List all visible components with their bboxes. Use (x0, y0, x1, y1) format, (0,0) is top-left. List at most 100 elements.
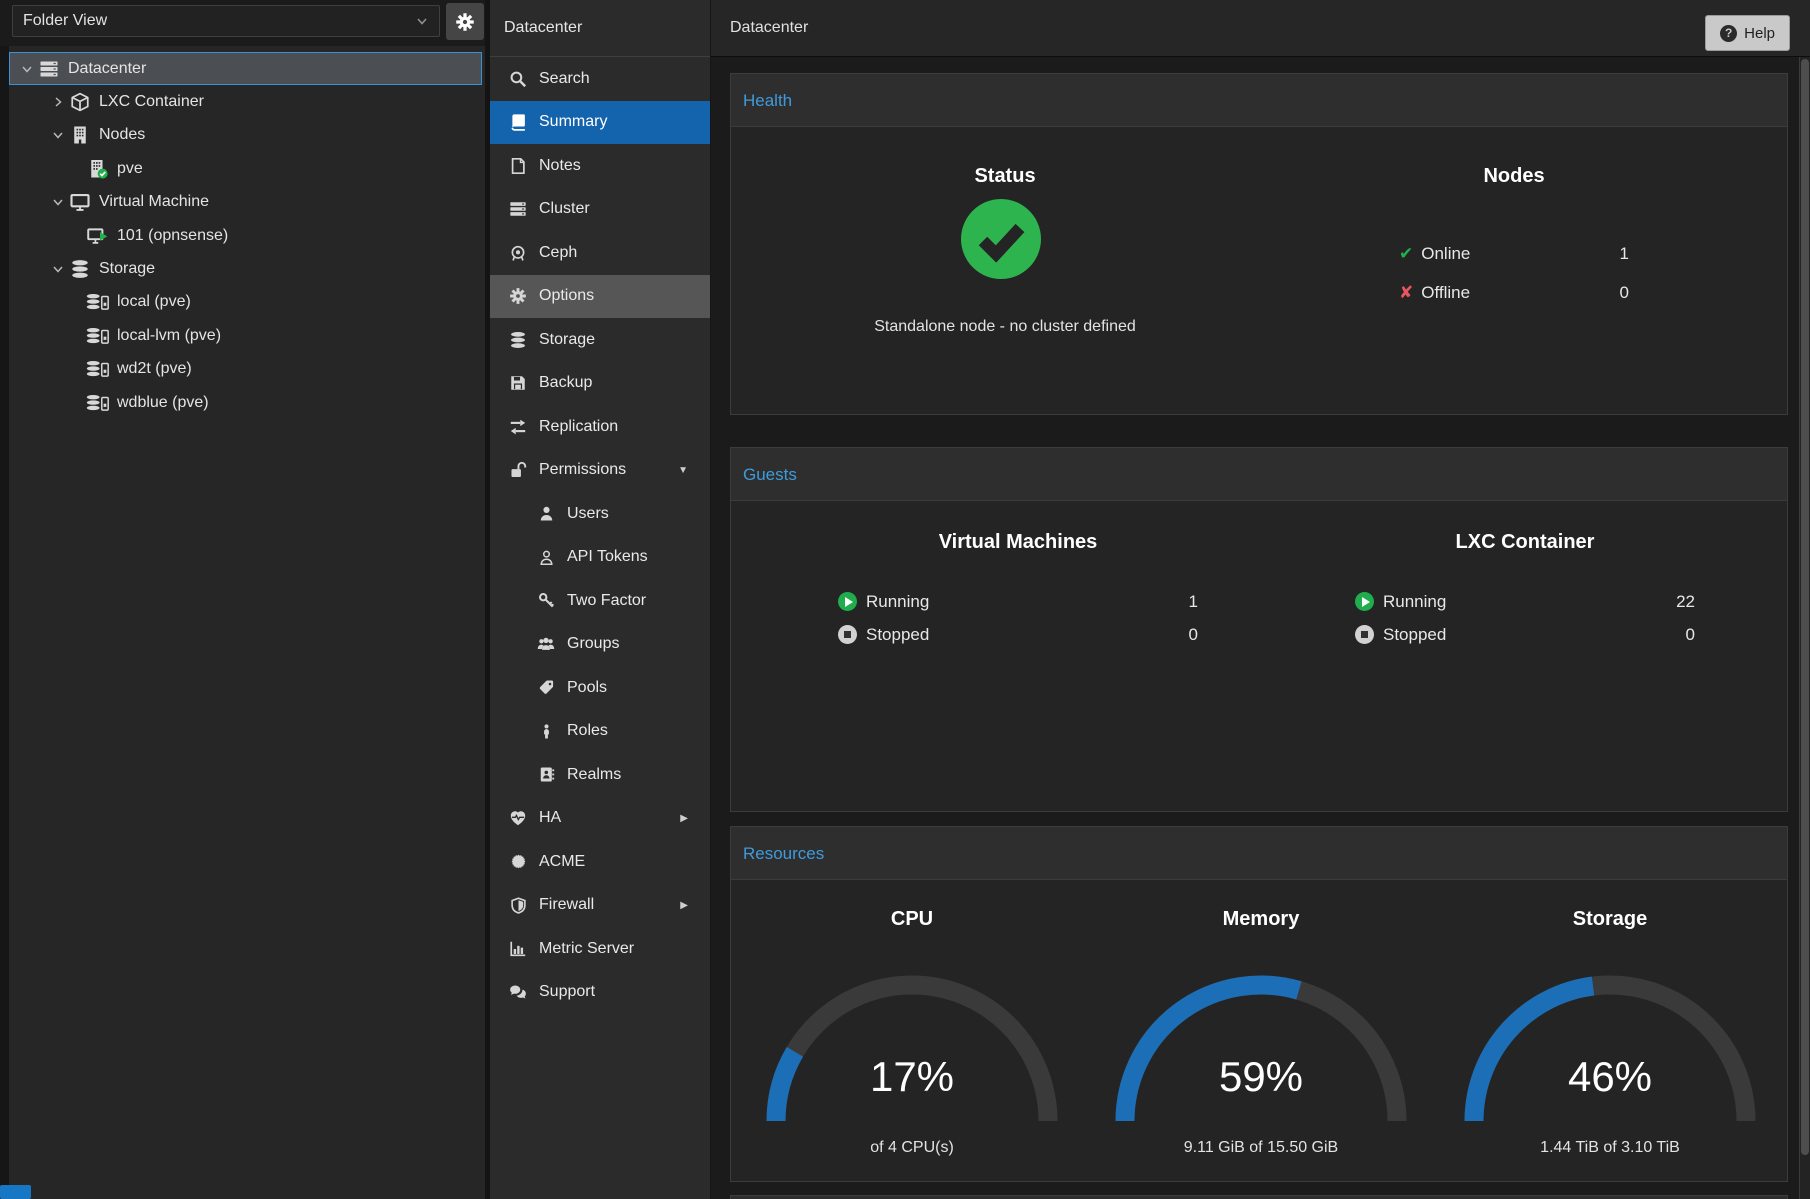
person-icon (534, 724, 558, 739)
tree-item-pve[interactable]: pve (9, 152, 482, 185)
user-outline-icon (534, 549, 558, 566)
nav-item-backup[interactable]: Backup (490, 362, 710, 406)
nodes-section-title: Nodes (1279, 165, 1749, 188)
help-button-label: Help (1744, 25, 1775, 42)
play-circle-icon (1355, 592, 1374, 611)
resources-panel: Resources CPU 17% of 4 CPU(s) Memory 59%… (730, 826, 1788, 1182)
tree-item-label: local-lvm (pve) (117, 327, 221, 345)
tag-icon (534, 679, 558, 696)
chevron-down-icon (415, 14, 429, 28)
question-circle-icon: ? (1720, 25, 1737, 42)
nav-item-support[interactable]: Support (490, 971, 710, 1015)
nav-item-api-tokens[interactable]: API Tokens (490, 536, 710, 580)
tree-settings-button[interactable] (446, 3, 484, 40)
nav-item-pools[interactable]: Pools (490, 666, 710, 710)
tree-item-virtual-machine[interactable]: Virtual Machine (9, 186, 482, 219)
vm-stopped-row: Stopped 0 (838, 618, 1198, 651)
tree-item-label: Virtual Machine (99, 193, 209, 211)
search-icon (506, 70, 530, 88)
gear-icon (506, 287, 530, 305)
nav-item-acme[interactable]: ACME (490, 840, 710, 884)
tree-item-label: local (pve) (117, 293, 191, 311)
database-drive-icon (86, 292, 110, 312)
nav-item-summary[interactable]: Summary (490, 101, 710, 145)
nav-item-ceph[interactable]: Ceph (490, 231, 710, 275)
health-panel-title: Health (731, 74, 1787, 127)
users-group-icon (534, 635, 558, 653)
play-circle-icon (838, 592, 857, 611)
status-message: Standalone node - no cluster defined (731, 318, 1279, 336)
nav-item-users[interactable]: Users (490, 492, 710, 536)
database-drive-icon (86, 326, 110, 346)
nav-item-roles[interactable]: Roles (490, 710, 710, 754)
tree-item-label: Nodes (99, 126, 145, 144)
tree-item-label: pve (117, 160, 143, 178)
tree-item-storage-local-lvm[interactable]: local-lvm (pve) (9, 319, 482, 352)
nav-item-permissions[interactable]: Permissions ▼ (490, 449, 710, 493)
unlock-icon (506, 461, 530, 479)
cpu-usage-caption: of 4 CPU(s) (737, 1139, 1087, 1157)
tree-item-vm-101[interactable]: 101 (opnsense) (9, 219, 482, 252)
storage-usage-percent: 46% (1435, 1053, 1785, 1101)
tree-item-lxc-container[interactable]: LXC Container (9, 85, 482, 118)
breadcrumb-title: Datacenter (730, 0, 808, 56)
tree-item-storage[interactable]: Storage (9, 252, 482, 285)
help-button[interactable]: ? Help (1705, 15, 1790, 51)
memory-usage-percent: 59% (1086, 1053, 1436, 1101)
building-check-icon (86, 159, 110, 179)
nav-item-replication[interactable]: Replication (490, 405, 710, 449)
caret-right-icon: ▶ (680, 900, 688, 911)
vertical-scrollbar[interactable] (1799, 57, 1810, 1199)
tree-item-datacenter[interactable]: Datacenter (9, 52, 482, 85)
tree-item-storage-local[interactable]: local (pve) (9, 286, 482, 319)
nav-item-ha[interactable]: HA ▶ (490, 797, 710, 841)
nav-item-storage[interactable]: Storage (490, 318, 710, 362)
health-panel: Health Status Standalone node - no clust… (730, 73, 1788, 415)
book-icon (506, 113, 530, 131)
tree-item-label: LXC Container (99, 93, 204, 111)
database-drive-icon (86, 359, 110, 379)
nav-item-options[interactable]: Options (490, 275, 710, 319)
nodes-online-row: ✔ Online 1 (1399, 234, 1629, 273)
lxc-running-count: 22 (1676, 592, 1695, 612)
certificate-seal-icon (506, 853, 530, 870)
nav-item-cluster[interactable]: Cluster (490, 188, 710, 232)
tree-item-label: Storage (99, 260, 155, 278)
tree-item-storage-wd2t[interactable]: wd2t (pve) (9, 353, 482, 386)
monitor-play-icon (86, 226, 110, 246)
building-icon (68, 125, 92, 145)
nav-item-notes[interactable]: Notes (490, 144, 710, 188)
vm-running-count: 1 (1189, 592, 1198, 612)
resource-tree: Datacenter LXC Container Nodes pve Virtu… (0, 52, 485, 419)
address-book-icon (534, 766, 558, 783)
tree-item-label: wd2t (pve) (117, 360, 192, 378)
nav-item-metric-server[interactable]: Metric Server (490, 927, 710, 971)
caret-down-icon: ▼ (678, 465, 688, 476)
nav-item-realms[interactable]: Realms (490, 753, 710, 797)
summary-content: Health Status Standalone node - no clust… (711, 57, 1799, 1199)
chevron-down-icon[interactable] (48, 129, 68, 141)
tree-item-storage-wdblue[interactable]: wdblue (pve) (9, 386, 482, 419)
chevron-down-icon[interactable] (48, 263, 68, 275)
nav-item-firewall[interactable]: Firewall ▶ (490, 884, 710, 928)
nav-item-search[interactable]: Search (490, 57, 710, 101)
nav-item-groups[interactable]: Groups (490, 623, 710, 667)
chevron-down-icon[interactable] (17, 63, 37, 75)
tree-toolbar: Folder View (0, 0, 485, 46)
cpu-usage-percent: 17% (737, 1053, 1087, 1101)
view-mode-select[interactable]: Folder View (12, 5, 440, 37)
chevron-down-icon[interactable] (48, 196, 68, 208)
resource-tree-panel: Folder View Datacenter LXC Container (0, 0, 485, 1199)
storage-usage-caption: 1.44 TiB of 3.10 TiB (1435, 1139, 1785, 1157)
status-section-title: Status (731, 165, 1279, 188)
online-count: 1 (1620, 244, 1629, 264)
main-header: Datacenter ? Help (711, 0, 1810, 57)
tree-item-nodes[interactable]: Nodes (9, 119, 482, 152)
scrollbar-thumb[interactable] (1801, 59, 1809, 1155)
storage-gauge: Storage 46% 1.44 TiB of 3.10 TiB (1435, 827, 1785, 1183)
chevron-right-icon[interactable] (48, 96, 68, 108)
cpu-gauge: CPU 17% of 4 CPU(s) (737, 827, 1087, 1183)
nav-item-two-factor[interactable]: Two Factor (490, 579, 710, 623)
memory-usage-caption: 9.11 GiB of 15.50 GiB (1086, 1139, 1436, 1157)
note-icon (506, 157, 530, 175)
